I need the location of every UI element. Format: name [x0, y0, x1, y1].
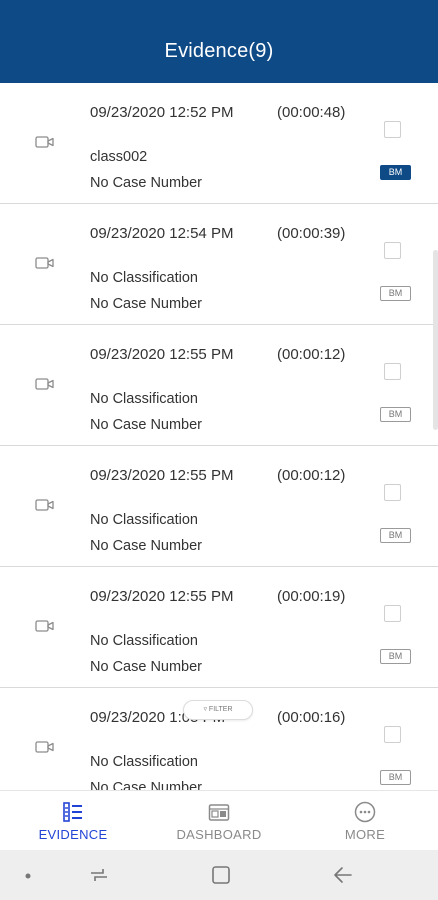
tab-more[interactable]: MORE: [292, 791, 438, 851]
dashboard-icon: [208, 804, 230, 821]
evidence-case-number: No Case Number: [90, 659, 203, 675]
evidence-item[interactable]: 09/23/2020 12:54 PM (00:00:39) No Classi…: [0, 204, 438, 325]
bookmark-badge[interactable]: BM: [380, 770, 411, 785]
evidence-classification: No Classification: [90, 391, 198, 407]
evidence-duration: (00:00:19): [277, 588, 346, 605]
evidence-classification: No Classification: [90, 754, 198, 770]
evidence-case-number: No Case Number: [90, 175, 203, 191]
select-checkbox[interactable]: [384, 121, 401, 138]
evidence-datetime: 09/23/2020 12:55 PM: [90, 588, 234, 605]
bookmark-badge[interactable]: BM: [380, 165, 411, 180]
page-title: Evidence(9): [164, 40, 274, 62]
more-icon: [354, 801, 376, 823]
tab-evidence-label: EVIDENCE: [38, 827, 108, 842]
video-camera-icon: [35, 136, 54, 148]
bookmark-badge[interactable]: BM: [380, 286, 411, 301]
evidence-duration: (00:00:16): [277, 709, 346, 726]
home-icon[interactable]: [210, 864, 232, 886]
bottom-tab-bar: EVIDENCE DASHBOARD MORE: [0, 790, 438, 850]
evidence-item[interactable]: 09/23/2020 12:55 PM (00:00:12) No Classi…: [0, 446, 438, 567]
tab-more-label: MORE: [344, 827, 386, 842]
select-checkbox[interactable]: [384, 726, 401, 743]
select-checkbox[interactable]: [384, 484, 401, 501]
evidence-classification: class002: [90, 149, 148, 165]
recents-icon[interactable]: [88, 864, 110, 886]
evidence-case-number: No Case Number: [90, 296, 203, 312]
tab-evidence[interactable]: EVIDENCE: [0, 791, 146, 851]
video-camera-icon: [35, 378, 54, 390]
evidence-datetime: 09/23/2020 12:55 PM: [90, 467, 234, 484]
evidence-classification: No Classification: [90, 633, 198, 649]
filter-button[interactable]: ▿ FILTER: [183, 700, 253, 720]
video-camera-icon: [35, 499, 54, 511]
evidence-case-number: No Case Number: [90, 780, 203, 790]
select-checkbox[interactable]: [384, 242, 401, 259]
evidence-datetime: 09/23/2020 12:55 PM: [90, 346, 234, 363]
tab-dashboard[interactable]: DASHBOARD: [146, 791, 292, 851]
app-header: Evidence(9): [0, 0, 438, 83]
evidence-item[interactable]: 09/23/2020 12:52 PM (00:00:48) class002 …: [0, 83, 438, 204]
evidence-case-number: No Case Number: [90, 538, 203, 554]
evidence-datetime: 09/23/2020 12:54 PM: [90, 225, 234, 242]
evidence-duration: (00:00:48): [277, 104, 346, 121]
dot-icon[interactable]: [24, 872, 32, 880]
filter-icon: ▿: [203, 706, 207, 713]
video-camera-icon: [35, 620, 54, 632]
evidence-duration: (00:00:39): [277, 225, 346, 242]
evidence-item[interactable]: 09/23/2020 12:55 PM (00:00:19) No Classi…: [0, 567, 438, 688]
select-checkbox[interactable]: [384, 605, 401, 622]
evidence-classification: No Classification: [90, 512, 198, 528]
video-camera-icon: [35, 741, 54, 753]
bookmark-badge[interactable]: BM: [380, 528, 411, 543]
evidence-classification: No Classification: [90, 270, 198, 286]
evidence-item[interactable]: 09/23/2020 12:55 PM (00:00:12) No Classi…: [0, 325, 438, 446]
evidence-list[interactable]: 09/23/2020 12:52 PM (00:00:48) class002 …: [0, 83, 438, 790]
evidence-duration: (00:00:12): [277, 346, 346, 363]
video-camera-icon: [35, 257, 54, 269]
evidence-list-icon: [63, 802, 82, 822]
evidence-datetime: 09/23/2020 12:52 PM: [90, 104, 234, 121]
tab-dashboard-label: DASHBOARD: [176, 827, 262, 842]
filter-label: FILTER: [208, 706, 233, 713]
select-checkbox[interactable]: [384, 363, 401, 380]
system-nav-bar: [0, 850, 438, 900]
back-icon[interactable]: [332, 864, 354, 886]
bookmark-badge[interactable]: BM: [380, 407, 411, 422]
evidence-case-number: No Case Number: [90, 417, 203, 433]
evidence-duration: (00:00:12): [277, 467, 346, 484]
bookmark-badge[interactable]: BM: [380, 649, 411, 664]
scrollbar[interactable]: [433, 250, 438, 430]
